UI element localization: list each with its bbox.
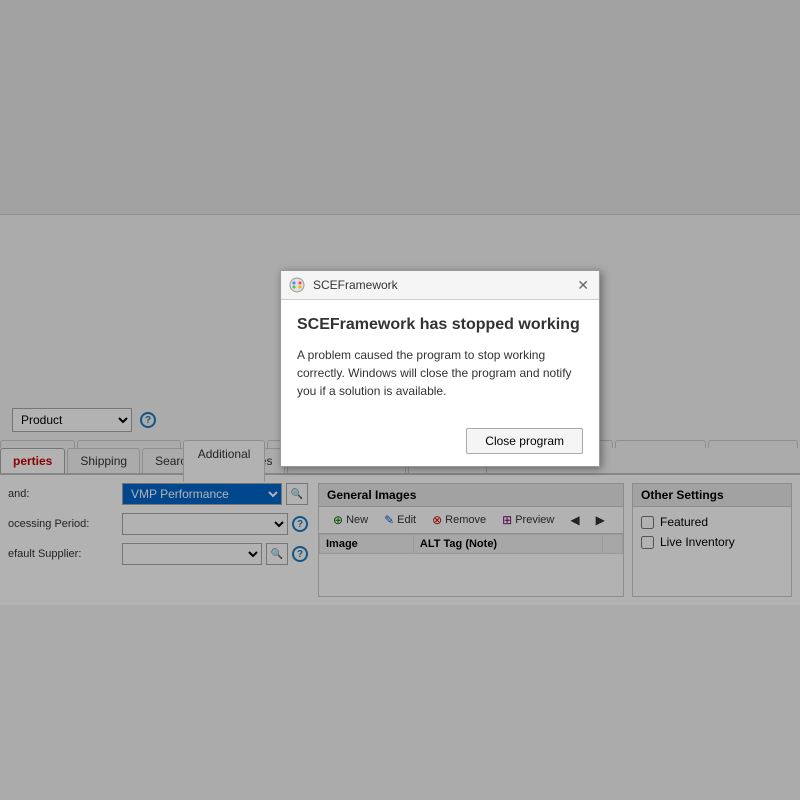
modal-titlebar: SCEFramework ✕ xyxy=(281,271,599,300)
modal-message: A problem caused the program to stop wor… xyxy=(297,346,583,400)
modal-heading: SCEFramework has stopped working xyxy=(297,316,583,334)
app-background: Product ? scription Specifications Addit… xyxy=(0,0,800,800)
modal-app-icon xyxy=(289,277,305,293)
modal-footer: Close program xyxy=(281,428,599,466)
modal-close-button[interactable]: ✕ xyxy=(575,278,591,292)
modal-body: SCEFramework has stopped working A probl… xyxy=(281,300,599,428)
error-dialog: SCEFramework ✕ SCEFramework has stopped … xyxy=(280,270,600,467)
close-program-button[interactable]: Close program xyxy=(466,428,583,454)
modal-title: SCEFramework xyxy=(313,278,567,292)
